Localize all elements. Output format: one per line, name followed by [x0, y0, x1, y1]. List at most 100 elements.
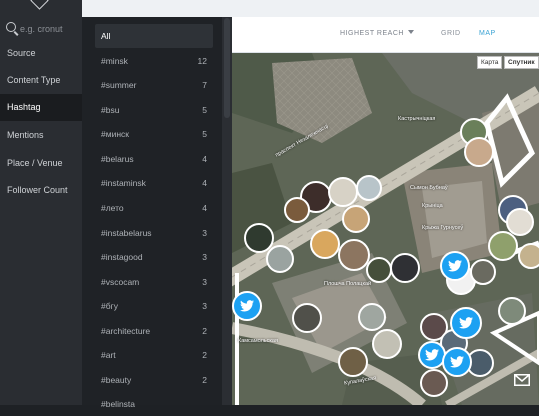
- view-toolbar: HIGHEST REACH GRID MAP: [232, 17, 539, 53]
- map-place-label: Крыніца: [422, 203, 443, 209]
- hashtag-name: All: [101, 31, 111, 41]
- post-marker[interactable]: [266, 245, 294, 273]
- search-box: [0, 16, 82, 42]
- nav-item-content-type[interactable]: Content Type: [0, 67, 82, 94]
- post-marker[interactable]: [338, 347, 368, 377]
- twitter-bird-icon: [448, 260, 462, 272]
- hashtag-row[interactable]: #architecture 2: [95, 319, 213, 343]
- hashtag-name: #art: [101, 350, 116, 360]
- map-place-label: Кастрычніцкая: [398, 116, 436, 122]
- post-marker[interactable]: [366, 257, 392, 283]
- sort-label: HIGHEST REACH: [340, 30, 404, 37]
- hashtag-count: 2: [202, 326, 207, 336]
- post-marker[interactable]: [338, 239, 370, 271]
- post-marker[interactable]: [356, 175, 382, 201]
- hashtag-count: 7: [202, 80, 207, 90]
- hashtag-row[interactable]: #summer 7: [95, 73, 213, 97]
- map-view-button[interactable]: MAP: [479, 30, 496, 37]
- sort-dropdown[interactable]: HIGHEST REACH: [340, 30, 414, 37]
- hashtag-row[interactable]: #instabelarus 3: [95, 221, 213, 245]
- hashtag-row[interactable]: #beauty 2: [95, 368, 213, 392]
- hashtag-count: 12: [197, 56, 207, 66]
- hashtag-name: #summer: [101, 80, 137, 90]
- mail-icon[interactable]: [514, 374, 530, 386]
- post-marker[interactable]: [470, 259, 496, 285]
- hashtag-count: 4: [202, 178, 207, 188]
- search-input[interactable]: [20, 21, 78, 37]
- map-type-satellite-button[interactable]: Спутник: [504, 56, 539, 69]
- hashtag-name: #belinsta: [101, 399, 136, 409]
- scrollbar-thumb[interactable]: [224, 18, 230, 118]
- nav-item-hashtag[interactable]: Hashtag: [0, 94, 82, 121]
- hashtag-list-panel: All #minsk 12 #summer 7 #bsu 5 #минск 5 #bel…: [82, 0, 222, 409]
- nav-item-mentions[interactable]: Mentions: [0, 122, 82, 149]
- post-marker[interactable]: [358, 303, 386, 331]
- hashtag-name: #instaminsk: [101, 178, 146, 188]
- post-marker[interactable]: [488, 231, 518, 261]
- hashtag-count: 3: [202, 301, 207, 311]
- twitter-marker[interactable]: [450, 307, 482, 339]
- post-marker[interactable]: [464, 137, 494, 167]
- map-place-label: Камсамольская: [238, 338, 278, 344]
- post-marker[interactable]: [284, 197, 310, 223]
- hashtag-name: #лето: [101, 203, 124, 213]
- post-marker[interactable]: [518, 243, 539, 269]
- hashtag-name: #vscocam: [101, 277, 140, 287]
- logo: [30, 0, 49, 10]
- post-marker[interactable]: [420, 369, 448, 397]
- twitter-marker[interactable]: [440, 251, 470, 281]
- hashtag-row[interactable]: #belinsta: [95, 392, 213, 416]
- satellite-map[interactable]: Карта Спутник праспект Незалежнасці Каст…: [232, 53, 539, 405]
- hashtag-row[interactable]: #instaminsk 4: [95, 171, 213, 195]
- hashtag-row[interactable]: #instagood 3: [95, 245, 213, 269]
- hashtag-count: 2: [202, 350, 207, 360]
- hashtag-row[interactable]: #minsk 12: [95, 49, 213, 73]
- hashtag-name: #beauty: [101, 375, 132, 385]
- post-marker[interactable]: [328, 177, 358, 207]
- twitter-bird-icon: [425, 349, 439, 361]
- search-icon: [6, 22, 16, 32]
- post-marker[interactable]: [310, 229, 340, 259]
- post-marker[interactable]: [342, 205, 370, 233]
- hashtag-row[interactable]: #art 2: [95, 343, 213, 367]
- twitter-bird-icon: [450, 356, 464, 368]
- hashtag-row[interactable]: #belarus 4: [95, 147, 213, 171]
- hashtag-count: 4: [202, 203, 207, 213]
- map-type-map-button[interactable]: Карта: [477, 56, 503, 69]
- hashtag-name: #instabelarus: [101, 228, 152, 238]
- twitter-marker[interactable]: [442, 347, 472, 377]
- post-marker[interactable]: [372, 329, 402, 359]
- hashtag-row[interactable]: #vscocam 3: [95, 270, 213, 294]
- hashtag-row[interactable]: #лето 4: [95, 196, 213, 220]
- list-scrollbar[interactable]: [222, 0, 232, 405]
- hashtag-row-all[interactable]: All: [95, 24, 213, 48]
- nav-item-place-venue[interactable]: Place / Venue: [0, 150, 82, 177]
- logo-bar: [0, 0, 82, 15]
- nav-item-source[interactable]: Source: [0, 40, 82, 67]
- chevron-down-icon: [407, 30, 414, 34]
- grid-view-button[interactable]: GRID: [441, 30, 461, 37]
- map-place-label: Крыжа Гурнусеў: [422, 225, 464, 231]
- hashtag-count: 3: [202, 252, 207, 262]
- map-place-label: Сымон Бубнаў: [410, 185, 448, 191]
- nav-item-follower-count[interactable]: Follower Count: [0, 177, 82, 204]
- twitter-marker[interactable]: [232, 291, 262, 321]
- post-marker[interactable]: [390, 253, 420, 283]
- hashtag-count: 5: [202, 105, 207, 115]
- twitter-bird-icon: [240, 300, 254, 312]
- hashtag-name: #minsk: [101, 56, 128, 66]
- hashtag-row[interactable]: #bsu 5: [95, 98, 213, 122]
- post-marker[interactable]: [498, 297, 526, 325]
- hashtag-name: #belarus: [101, 154, 134, 164]
- post-marker[interactable]: [292, 303, 322, 333]
- hashtag-name: #instagood: [101, 252, 143, 262]
- hashtag-count: 4: [202, 154, 207, 164]
- top-strip: [82, 0, 539, 17]
- hashtag-row[interactable]: #минск 5: [95, 122, 213, 146]
- hashtag-count: 5: [202, 129, 207, 139]
- twitter-bird-icon: [459, 317, 473, 329]
- hashtag-count: 3: [202, 228, 207, 238]
- post-marker[interactable]: [506, 208, 534, 236]
- hashtag-name: #architecture: [101, 326, 151, 336]
- hashtag-row[interactable]: #бгу 3: [95, 294, 213, 318]
